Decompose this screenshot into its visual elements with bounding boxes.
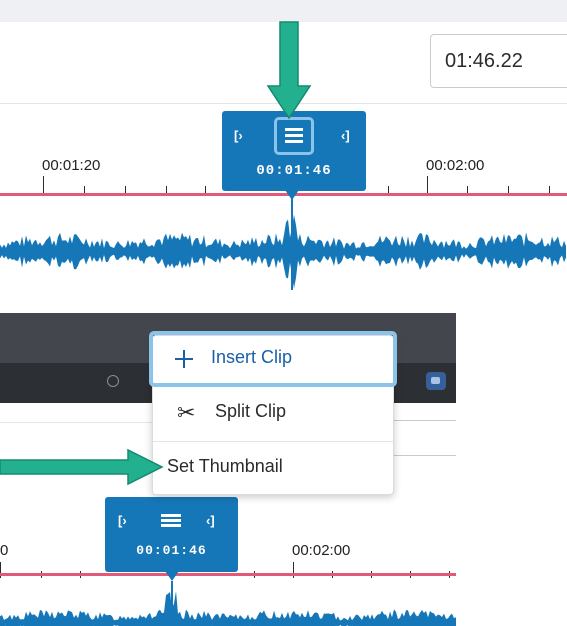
clip-out-marker[interactable]: ‹] [341,128,350,143]
callout-arrow-down [266,21,312,120]
timeline-editor-panel: 01:46.22 00:01:20 00:02:00 [› ‹] 00:01:4… [0,0,567,290]
plus-icon [175,350,193,368]
ruler-tick [427,176,428,194]
hamburger-icon [285,128,303,144]
callout-arrow-right [0,448,164,486]
menu-item-set-thumbnail[interactable]: Set Thumbnail [153,443,393,493]
playhead-context-menu: Insert Clip ✂ Split Clip Set Thumbnail [149,331,397,495]
ruler-tick-label: 00:01:20 [42,157,101,174]
scissors-icon: ✂ [177,400,196,425]
playhead-handle[interactable]: [› ‹] 00:01:46 [222,111,366,191]
menu-separator [153,441,393,442]
ruler-tick-label: 00:02:00 [292,542,351,559]
playhead-pointer [285,190,299,200]
current-time-field[interactable]: 01:46.22 [430,34,567,88]
clip-in-marker[interactable]: [› [118,513,127,528]
playhead-handle[interactable]: [› ‹] 00:01:46 [105,497,238,572]
audio-waveform [0,214,566,289]
clip-out-marker[interactable]: ‹] [206,513,215,528]
menu-item-split-clip[interactable]: ✂ Split Clip [153,388,393,438]
playhead-pointer [165,571,179,581]
toggle-icon[interactable] [107,375,119,387]
menu-item-label: Insert Clip [211,347,293,367]
playhead-line[interactable] [291,196,293,290]
playhead-time: 00:01:46 [136,543,207,558]
camera-icon[interactable] [426,372,446,390]
menu-item-insert-clip[interactable]: Insert Clip [149,331,397,387]
clip-in-marker[interactable]: [› [234,128,243,143]
ruler-tick [43,176,44,194]
playhead-line[interactable] [171,581,173,626]
audio-waveform [0,591,456,626]
menu-item-label: Split Clip [215,401,287,421]
hamburger-icon[interactable] [161,514,181,528]
ruler-tick-label: 0 [0,542,9,559]
ruler-tick-label: 00:02:00 [426,157,485,174]
menu-item-label: Set Thumbnail [167,456,283,476]
playhead-time: 00:01:46 [256,163,332,179]
